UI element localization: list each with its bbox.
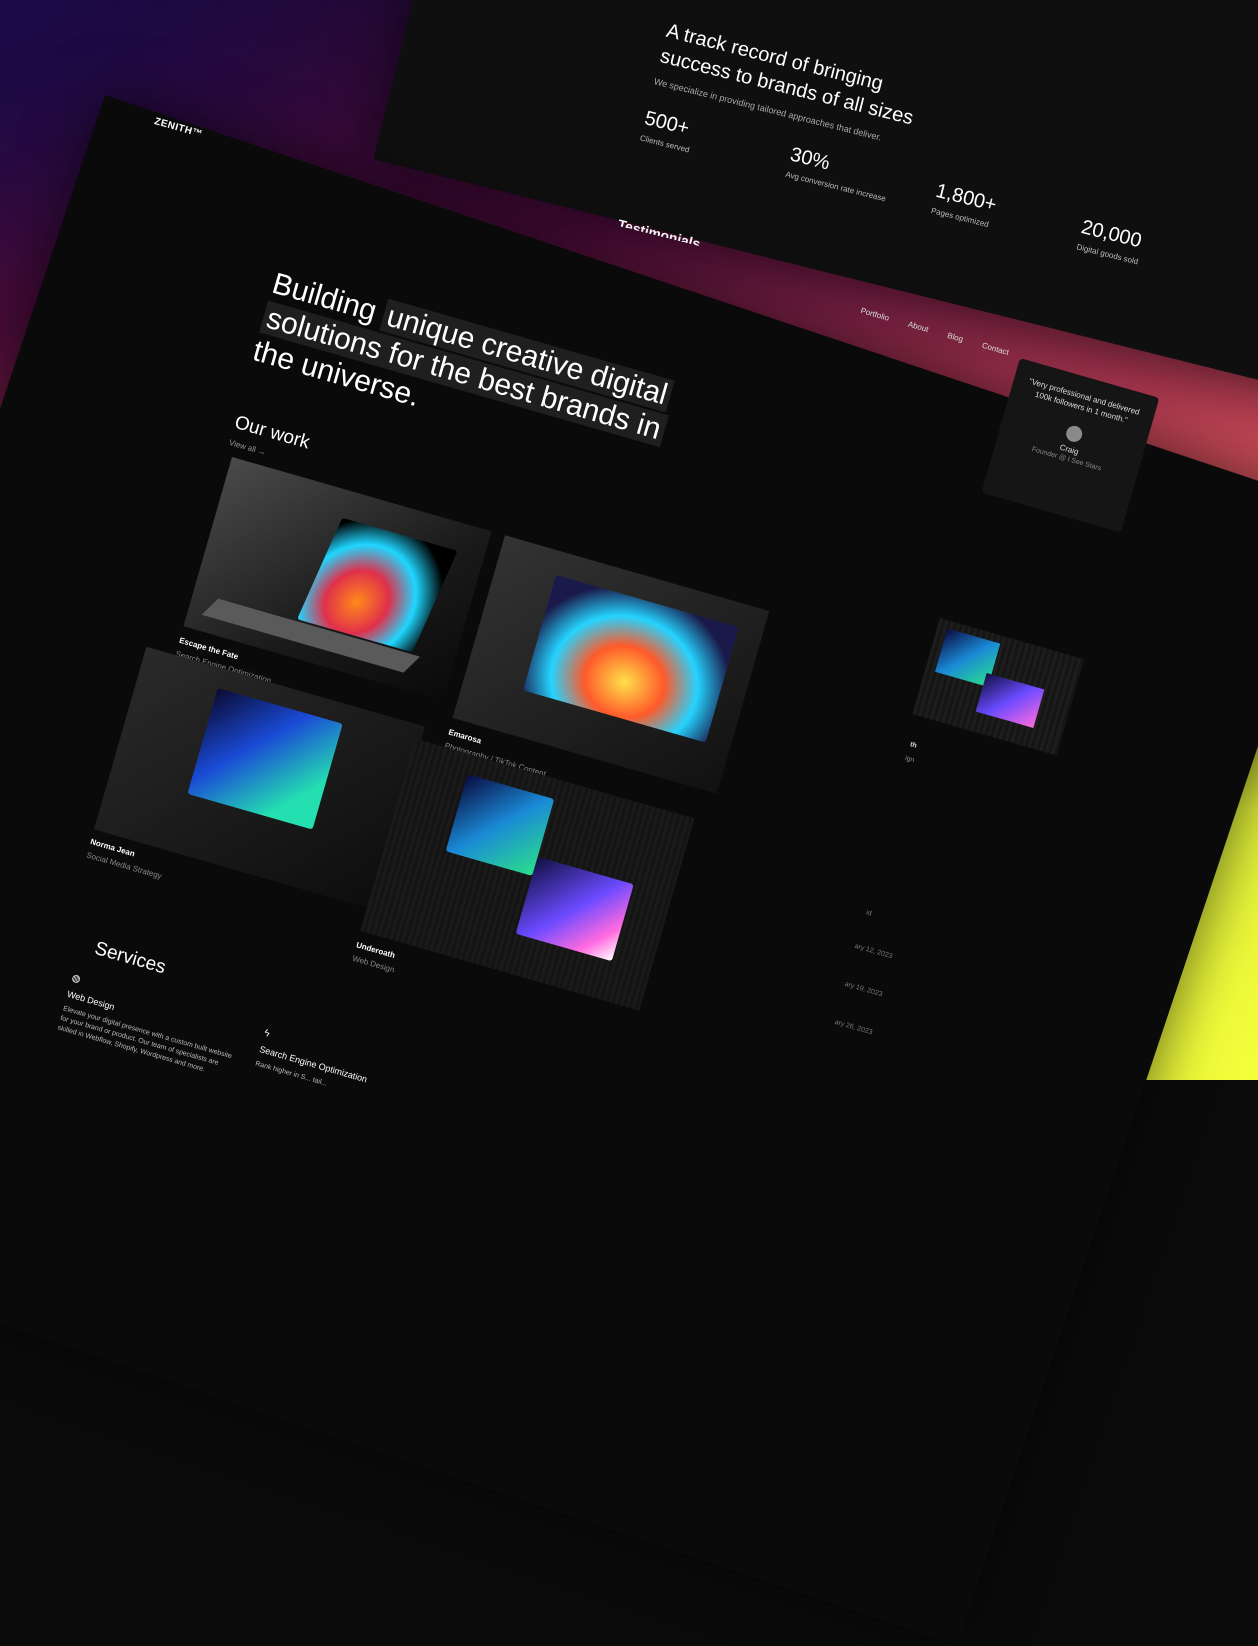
project-thumbnail-secondary bbox=[515, 856, 634, 962]
project-thumbnail bbox=[187, 688, 343, 830]
project-thumbnail bbox=[522, 574, 739, 743]
laptop-screen bbox=[975, 672, 1045, 728]
avatar bbox=[1063, 423, 1084, 444]
